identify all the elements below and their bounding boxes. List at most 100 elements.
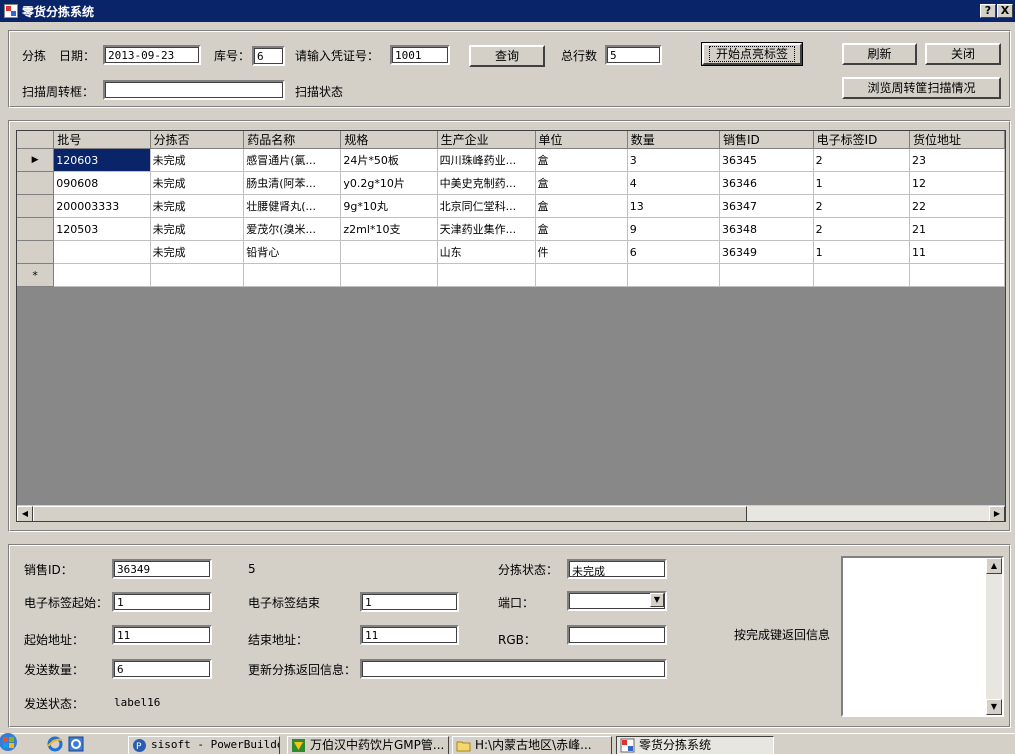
table-cell[interactable]	[53, 263, 151, 287]
table-cell[interactable]: 36349	[719, 240, 814, 264]
table-cell[interactable]: 12	[909, 171, 1005, 195]
task-folder[interactable]: H:\内蒙古地区\赤峰...	[452, 736, 612, 754]
browse-scan-button[interactable]: 浏览周转筐扫描情况	[842, 77, 1001, 99]
grid-column-header[interactable]: 生产企业	[437, 131, 536, 149]
kuhao-field[interactable]: 6	[252, 46, 285, 66]
table-row[interactable]: 未完成 铅背心 山东件 6 36349 1 11	[17, 240, 1005, 264]
data-grid[interactable]: 批号 分拣否 药品名称 规格 生产企业 单位 数量 销售ID 电子标签ID 货位地址 ▶ 12060…	[16, 130, 1006, 522]
table-cell[interactable]: 090608	[53, 171, 151, 195]
quicklaunch-icon[interactable]	[68, 736, 84, 752]
voucher-input[interactable]: 1001	[390, 45, 450, 65]
table-cell[interactable]	[437, 263, 536, 287]
table-cell[interactable]: 9	[627, 217, 720, 241]
table-cell[interactable]: y0.2g*10片	[340, 171, 438, 195]
horizontal-scrollbar[interactable]: ◀ ▶	[17, 505, 1005, 521]
scroll-up-arrow-icon[interactable]: ▲	[986, 558, 1002, 574]
grid-column-header[interactable]: 单位	[535, 131, 628, 149]
close-window-button[interactable]: X	[997, 4, 1013, 18]
table-cell[interactable]	[340, 263, 438, 287]
table-cell[interactable]: 36347	[719, 194, 814, 218]
table-cell[interactable]: 爱茂尔(溴米...	[243, 217, 342, 241]
table-cell[interactable]: 盒	[535, 217, 628, 241]
rgb-field[interactable]	[567, 625, 667, 645]
table-cell[interactable]	[243, 263, 342, 287]
table-cell[interactable]: 6	[627, 240, 720, 264]
table-cell[interactable]	[719, 263, 814, 287]
table-cell[interactable]: 36346	[719, 171, 814, 195]
table-cell[interactable]: 13	[627, 194, 720, 218]
query-button[interactable]: 查询	[469, 45, 545, 67]
ie-icon[interactable]	[47, 736, 63, 752]
grid-column-header[interactable]: 药品名称	[243, 131, 342, 149]
table-cell[interactable]: 2	[813, 148, 910, 172]
update-info-field[interactable]	[360, 659, 667, 679]
table-cell[interactable]: 盒	[535, 171, 628, 195]
windows-logo-icon[interactable]	[0, 728, 26, 754]
start-addr-field[interactable]: 11	[112, 625, 212, 645]
return-info-textarea[interactable]: ▲ ▼	[841, 556, 1004, 717]
vertical-scrollbar[interactable]: ▲ ▼	[986, 558, 1002, 715]
table-cell[interactable]: 感冒通片(氯...	[243, 148, 342, 172]
date-field[interactable]: 2013-09-23	[103, 45, 201, 65]
table-cell[interactable]	[150, 263, 245, 287]
chevron-down-icon[interactable]: ▼	[650, 593, 664, 607]
table-cell[interactable]: 盒	[535, 194, 628, 218]
table-cell[interactable]: 中美史克制药...	[437, 171, 536, 195]
table-cell[interactable]: 1	[813, 171, 910, 195]
table-cell[interactable]	[909, 263, 1005, 287]
table-cell[interactable]	[53, 240, 151, 264]
total-rows-field[interactable]: 5	[605, 45, 662, 65]
table-cell[interactable]: 铅背心	[243, 240, 342, 264]
table-cell[interactable]: 1	[813, 240, 910, 264]
table-cell[interactable]: 23	[909, 148, 1005, 172]
task-sorting-system[interactable]: 零货分拣系统	[616, 736, 774, 754]
table-cell[interactable]: 120503	[53, 217, 151, 241]
table-cell[interactable]: 北京同仁堂科...	[437, 194, 536, 218]
current-row-indicator-icon[interactable]: ▶	[17, 148, 55, 172]
table-cell[interactable]: 36348	[719, 217, 814, 241]
table-cell[interactable]: 11	[909, 240, 1005, 264]
grid-column-header[interactable]: 电子标签ID	[813, 131, 910, 149]
grid-column-header[interactable]: 规格	[340, 131, 438, 149]
table-row[interactable]: 120503 未完成 爱茂尔(溴米... z2ml*10支 天津药业集作... 盒 9 363…	[17, 217, 1005, 241]
table-cell[interactable]: 200003333	[53, 194, 151, 218]
grid-column-header[interactable]: 销售ID	[719, 131, 814, 149]
refresh-button[interactable]: 刷新	[842, 43, 917, 65]
table-cell[interactable]	[627, 263, 720, 287]
table-cell[interactable]: 未完成	[150, 148, 245, 172]
table-cell[interactable]: 未完成	[150, 171, 245, 195]
task-powerbuilder[interactable]: P sisoft - PowerBuilder	[128, 736, 280, 754]
scroll-thumb[interactable]	[33, 506, 747, 521]
table-cell[interactable]	[340, 240, 438, 264]
scroll-right-arrow-icon[interactable]: ▶	[989, 506, 1005, 521]
table-cell[interactable]: 盒	[535, 148, 628, 172]
table-cell[interactable]: 天津药业集作...	[437, 217, 536, 241]
table-cell[interactable]: 24片*50板	[340, 148, 438, 172]
table-cell[interactable]: 2	[813, 217, 910, 241]
table-cell[interactable]: 22	[909, 194, 1005, 218]
table-row[interactable]: 090608 未完成 肠虫清(阿苯... y0.2g*10片 中美史克制药... 盒 4 36…	[17, 171, 1005, 195]
table-cell[interactable]: 未完成	[150, 240, 245, 264]
table-cell[interactable]: 未完成	[150, 217, 245, 241]
table-cell[interactable]: 山东	[437, 240, 536, 264]
grid-column-header[interactable]: 分拣否	[150, 131, 245, 149]
row-header[interactable]	[17, 240, 55, 264]
tag-start-field[interactable]: 1	[112, 592, 212, 612]
table-cell[interactable]: 未完成	[150, 194, 245, 218]
table-cell[interactable]: 四川珠峰药业...	[437, 148, 536, 172]
table-cell[interactable]: 3	[627, 148, 720, 172]
help-button[interactable]: ?	[980, 4, 996, 18]
table-cell[interactable]: 9g*10丸	[340, 194, 438, 218]
new-row[interactable]: *	[17, 263, 1005, 287]
table-cell[interactable]	[535, 263, 628, 287]
row-header[interactable]	[17, 194, 55, 218]
table-cell[interactable]: 件	[535, 240, 628, 264]
table-row[interactable]: 200003333 未完成 壮腰健肾丸(... 9g*10丸 北京同仁堂科... 盒 13 3…	[17, 194, 1005, 218]
close-button[interactable]: 关闭	[925, 43, 1001, 65]
grid-column-header[interactable]: 数量	[627, 131, 720, 149]
table-cell[interactable]: 壮腰健肾丸(...	[243, 194, 342, 218]
table-cell[interactable]: 4	[627, 171, 720, 195]
scroll-down-arrow-icon[interactable]: ▼	[986, 699, 1002, 715]
grid-column-header[interactable]: 批号	[53, 131, 151, 149]
sort-status-field[interactable]: 未完成	[567, 559, 667, 579]
